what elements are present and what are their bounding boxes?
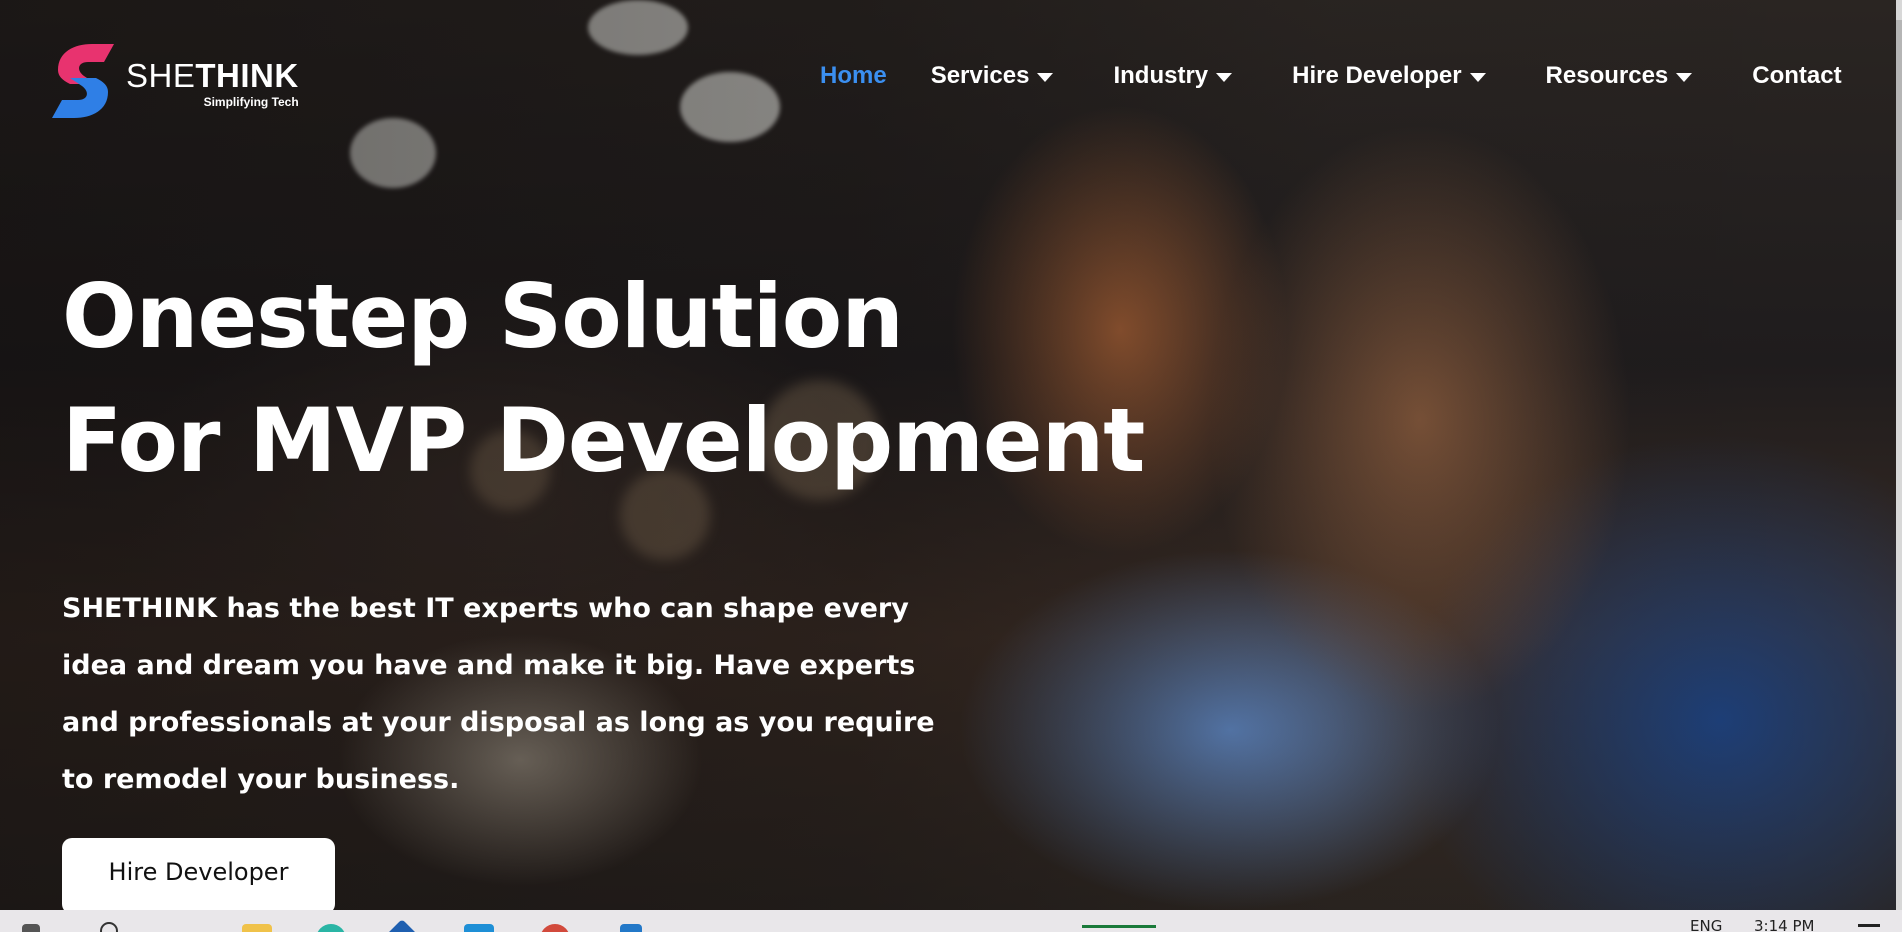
brand-tagline: Simplifying Tech <box>203 95 299 109</box>
search-icon[interactable] <box>100 922 118 932</box>
open-window-thumbnail[interactable] <box>1082 925 1156 932</box>
chrome-icon[interactable] <box>316 924 346 932</box>
nav-services[interactable]: Services <box>931 62 1054 90</box>
nav-resources-label: Resources <box>1545 62 1669 89</box>
language-indicator[interactable]: ENG <box>1690 917 1722 932</box>
nav-industry-label: Industry <box>1113 62 1209 89</box>
nav-services-label: Services <box>930 62 1030 89</box>
os-taskbar: ENG 3:14 PM <box>0 910 1902 932</box>
app-icon[interactable] <box>385 919 419 932</box>
hero-title: Onestep Solution For MVP Development <box>62 255 1145 503</box>
vscode-icon[interactable] <box>620 924 642 932</box>
nav-industry[interactable]: Industry <box>1113 62 1233 90</box>
logo-text: SHETHINK Simplifying Tech <box>126 59 299 109</box>
notification-icon[interactable] <box>1858 924 1880 927</box>
nav-contact-label: Contact <box>1752 62 1842 89</box>
nav-contact[interactable]: Contact <box>1752 62 1841 90</box>
brand-name-bold: THINK <box>195 57 299 94</box>
brand-name-light: SHE <box>126 57 196 94</box>
file-explorer-icon[interactable] <box>242 924 272 932</box>
app-icon[interactable] <box>464 924 494 932</box>
windows-start-icon[interactable] <box>22 924 40 932</box>
chevron-down-icon <box>1469 72 1486 82</box>
scrollbar-thumb[interactable] <box>1896 20 1902 220</box>
nav-home-label: Home <box>820 62 887 89</box>
hire-developer-button[interactable]: Hire Developer <box>62 838 335 914</box>
chevron-down-icon <box>1676 72 1693 82</box>
hero-description: SHETHINK has the best IT experts who can… <box>62 593 935 795</box>
clock[interactable]: 3:14 PM <box>1754 917 1814 932</box>
nav-home[interactable]: Home <box>820 62 887 90</box>
hero-title-line-1: Onestep Solution <box>62 265 904 368</box>
nav-resources[interactable]: Resources <box>1546 62 1693 90</box>
browser-page: SHETHINK Simplifying Tech Home Services … <box>0 0 1902 932</box>
page-scrollbar[interactable] <box>1896 0 1902 910</box>
shethink-logo-icon <box>52 44 114 118</box>
app-icon[interactable] <box>540 924 570 932</box>
nav-hire-developer-label: Hire Developer <box>1292 62 1462 89</box>
chevron-down-icon <box>1037 72 1054 82</box>
brand-logo[interactable]: SHETHINK Simplifying Tech <box>48 40 299 122</box>
main-navigation: Home Services Industry Hire Developer Re… <box>820 62 1842 90</box>
chevron-down-icon <box>1216 72 1233 82</box>
hero-title-line-2: For MVP Development <box>62 389 1145 492</box>
nav-hire-developer[interactable]: Hire Developer <box>1292 62 1486 90</box>
brand-name: SHETHINK <box>126 59 299 92</box>
